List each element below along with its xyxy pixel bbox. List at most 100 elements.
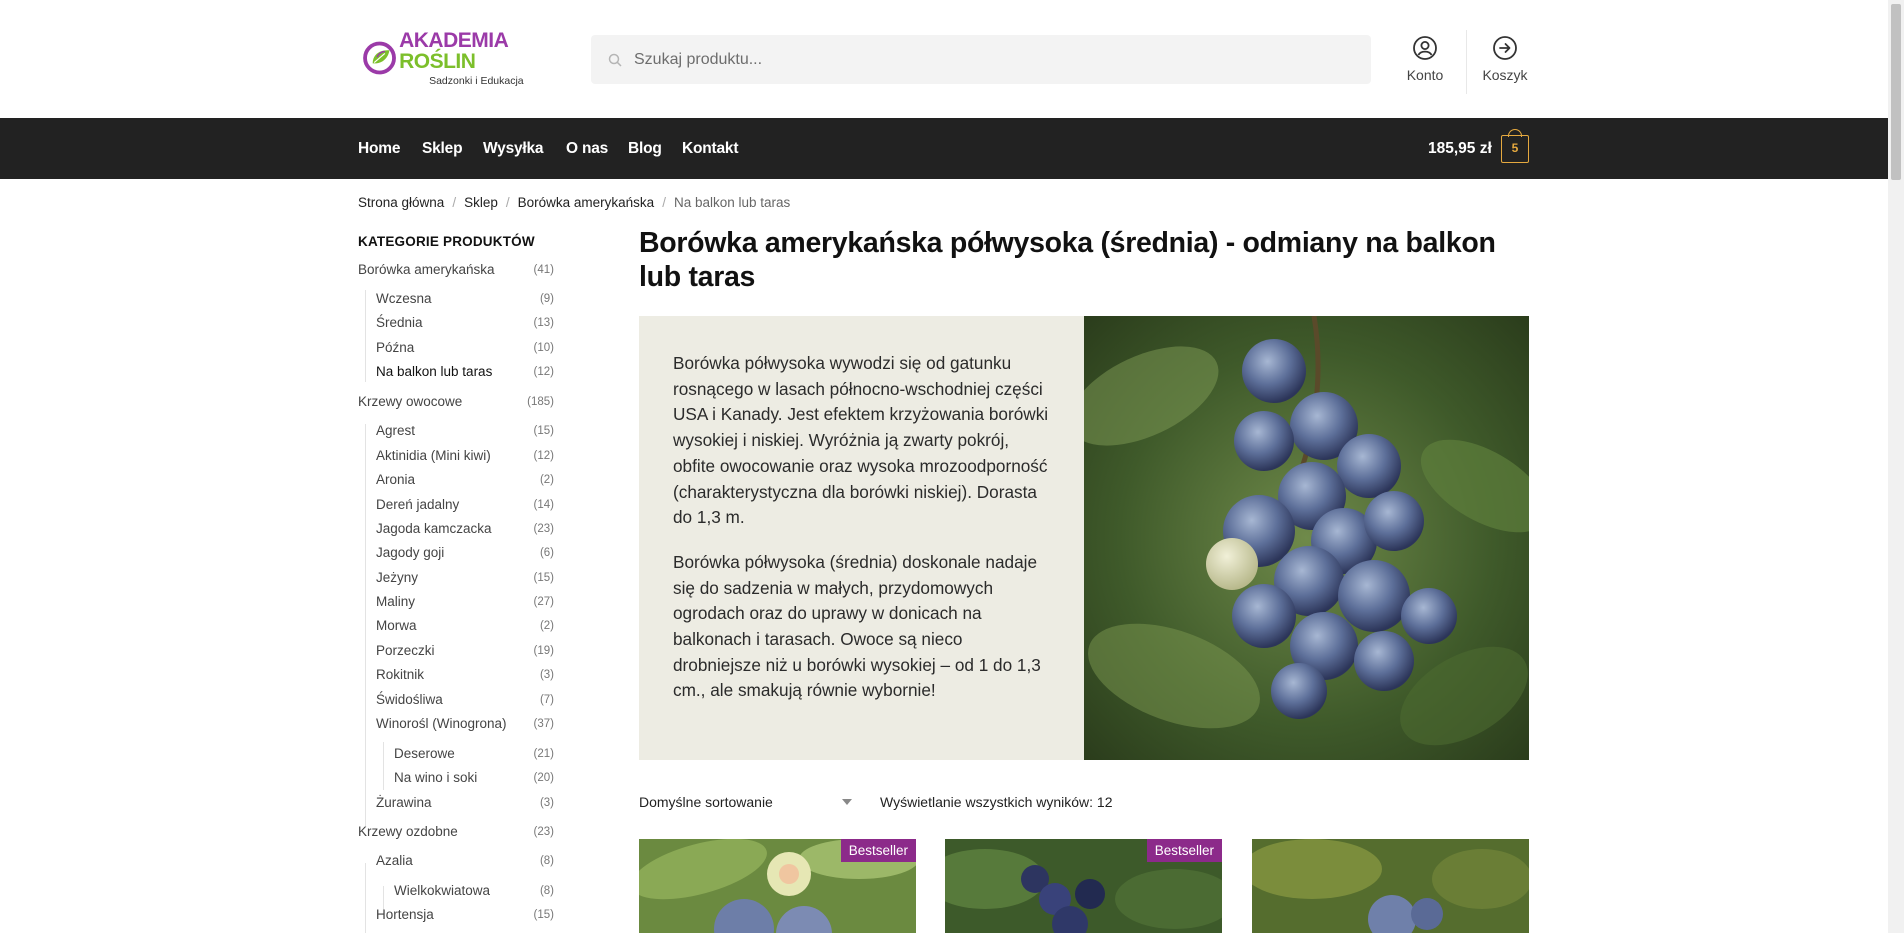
sidebar-category-item[interactable]: Rokitnik (3) — [376, 667, 554, 682]
cart-count-badge[interactable]: 5 — [1501, 135, 1529, 163]
sidebar-category-item[interactable]: Świdośliwa (7) — [376, 692, 554, 707]
tree-line — [365, 424, 366, 826]
breadcrumb-category[interactable]: Borówka amerykańska — [518, 195, 655, 210]
sidebar-category-count: (37) — [533, 718, 554, 730]
sidebar-category-label: Późna — [376, 340, 415, 355]
breadcrumb-current: Na balkon lub taras — [673, 195, 791, 210]
sidebar-category-label: Żurawina — [376, 795, 432, 810]
sidebar-category-count: (20) — [533, 772, 554, 784]
sidebar-category-item[interactable]: Średnia (13) — [376, 315, 554, 330]
product-image — [1252, 839, 1529, 933]
description-paragraph-2: Borówka półwysoka (średnia) doskonale na… — [673, 551, 1041, 701]
sidebar-category-count: (23) — [533, 826, 554, 838]
sidebar-category-label: Jagody goji — [376, 545, 445, 560]
sidebar-category-count: (15) — [533, 909, 554, 921]
sidebar-category-label: Krzewy owocowe — [358, 394, 463, 409]
sidebar-category-item[interactable]: Agrest (15) — [376, 423, 554, 438]
sidebar-category-label: Aronia — [376, 472, 416, 487]
sidebar-category-count: (15) — [533, 425, 554, 437]
chevron-down-icon — [842, 799, 852, 805]
sidebar-category-label: Krzewy ozdobne — [358, 824, 458, 839]
sidebar-category-count: (7) — [539, 694, 554, 706]
nav-o-nas[interactable]: O nas — [566, 140, 608, 158]
logo-leaf-icon — [363, 41, 396, 75]
results-count: Wyświetlanie wszystkich wyników: 12 — [880, 794, 1113, 810]
sidebar-category-item[interactable]: Żurawina (3) — [376, 795, 554, 810]
sidebar-category-item[interactable]: Krzewy ozdobne (23) — [358, 824, 554, 839]
account-link[interactable]: Konto — [1390, 35, 1460, 83]
nav-home[interactable]: Home — [358, 140, 400, 158]
cart-link[interactable]: Koszyk — [1470, 35, 1540, 83]
sidebar-category-item[interactable]: Winorośl (Winogrona) (37) — [376, 716, 554, 731]
sidebar-category-item[interactable]: Aronia (2) — [376, 472, 554, 487]
blueberry-cluster-image — [1084, 316, 1529, 760]
sidebar-category-item[interactable]: Borówka amerykańska (41) — [358, 262, 554, 277]
cart-total[interactable]: 185,95 zł — [1428, 140, 1492, 158]
sidebar-category-item[interactable]: Krzewy owocowe (185) — [358, 394, 554, 409]
sidebar-category-item[interactable]: Na balkon lub taras (12) — [376, 364, 554, 379]
sidebar-category-item[interactable]: Porzeczki (19) — [376, 643, 554, 658]
sidebar-category-label: Winorośl (Winogrona) — [376, 716, 507, 731]
blueberry-hero-image — [1084, 316, 1529, 760]
sidebar-category-label: Maliny — [376, 594, 416, 609]
nav-blog[interactable]: Blog — [628, 140, 662, 158]
sidebar-category-count: (19) — [533, 645, 554, 657]
scrollbar-thumb[interactable] — [1891, 4, 1901, 180]
site-header: AKADEMIA ROŚLIN Sadzonki i Edukacja Kont… — [0, 0, 1888, 118]
sidebar-category-count: (6) — [539, 547, 554, 559]
sidebar-category-item[interactable]: Na wino i soki (20) — [394, 770, 554, 785]
site-logo[interactable]: AKADEMIA ROŚLIN Sadzonki i Edukacja — [362, 28, 544, 87]
sidebar-category-count: (8) — [539, 855, 554, 867]
sidebar-category-label: Wczesna — [376, 291, 432, 306]
bestseller-badge: Bestseller — [840, 839, 916, 862]
sidebar-category-label: Morwa — [376, 618, 417, 633]
description-paragraph-1: Borówka półwysoka wywodzi się od gatunku… — [673, 353, 1049, 528]
sidebar-category-item[interactable]: Późna (10) — [376, 340, 554, 355]
sidebar-category-count: (2) — [539, 620, 554, 632]
sidebar-category-label: Świdośliwa — [376, 692, 443, 707]
breadcrumb-shop[interactable]: Sklep — [464, 195, 498, 210]
breadcrumb-home[interactable]: Strona główna — [358, 195, 444, 210]
nav-sklep[interactable]: Sklep — [422, 140, 463, 158]
sidebar-category-count: (3) — [539, 669, 554, 681]
breadcrumb-separator: / — [505, 195, 510, 210]
sidebar-category-item[interactable]: Wczesna (9) — [376, 291, 554, 306]
sidebar-title: KATEGORIE PRODUKTÓW — [358, 234, 535, 249]
tree-line — [365, 290, 366, 382]
sidebar-category-label: Aktinidia (Mini kiwi) — [376, 448, 491, 463]
sidebar-category-item[interactable]: Jagoda kamczacka (23) — [376, 521, 554, 536]
page-title: Borówka amerykańska półwysoka (średnia) … — [639, 227, 1496, 293]
product-card[interactable]: Bestseller — [639, 839, 916, 933]
sidebar-category-item[interactable]: Maliny (27) — [376, 594, 554, 609]
logo-word-akademia: AKADEMIA — [399, 28, 508, 52]
sidebar-category-label: Azalia — [376, 853, 413, 868]
breadcrumb-separator: / — [662, 195, 666, 210]
nav-kontakt[interactable]: Kontakt — [682, 140, 738, 158]
sort-select[interactable]: Domyślne sortowanie — [639, 794, 859, 810]
sidebar-category-count: (13) — [533, 317, 554, 329]
sidebar-category-item[interactable]: Jeżyny (15) — [376, 570, 554, 585]
sidebar-category-label: Średnia — [376, 315, 423, 330]
product-card[interactable] — [1252, 839, 1529, 933]
header-divider — [1466, 30, 1467, 94]
product-card[interactable]: Bestseller — [945, 839, 1222, 933]
sidebar-category-label: Dereń jadalny — [376, 497, 460, 512]
sidebar-category-item[interactable]: Azalia (8) — [376, 853, 554, 868]
search-icon — [608, 53, 622, 67]
tree-line — [365, 863, 366, 933]
sidebar-category-count: (23) — [533, 523, 554, 535]
sidebar-category-item[interactable]: Morwa (2) — [376, 618, 554, 633]
search-input[interactable] — [634, 50, 1334, 69]
sidebar-category-count: (2) — [539, 474, 554, 486]
logo-tagline: Sadzonki i Edukacja — [429, 74, 524, 87]
sidebar-category-item[interactable]: Jagody goji (6) — [376, 545, 554, 560]
bestseller-badge: Bestseller — [1146, 839, 1222, 862]
nav-wysylka[interactable]: Wysyłka — [483, 140, 544, 158]
sidebar-category-count: (3) — [539, 797, 554, 809]
sidebar-category-item[interactable]: Aktinidia (Mini kiwi) (12) — [376, 448, 554, 463]
sidebar-category-item[interactable]: Deserowe (21) — [394, 746, 554, 761]
logo-word-roslin: ROŚLIN — [399, 49, 476, 73]
sidebar-category-item[interactable]: Hortensja (15) — [376, 907, 554, 922]
sidebar-category-item[interactable]: Dereń jadalny (14) — [376, 497, 554, 512]
sidebar-category-item[interactable]: Wielkokwiatowa (8) — [394, 883, 554, 898]
